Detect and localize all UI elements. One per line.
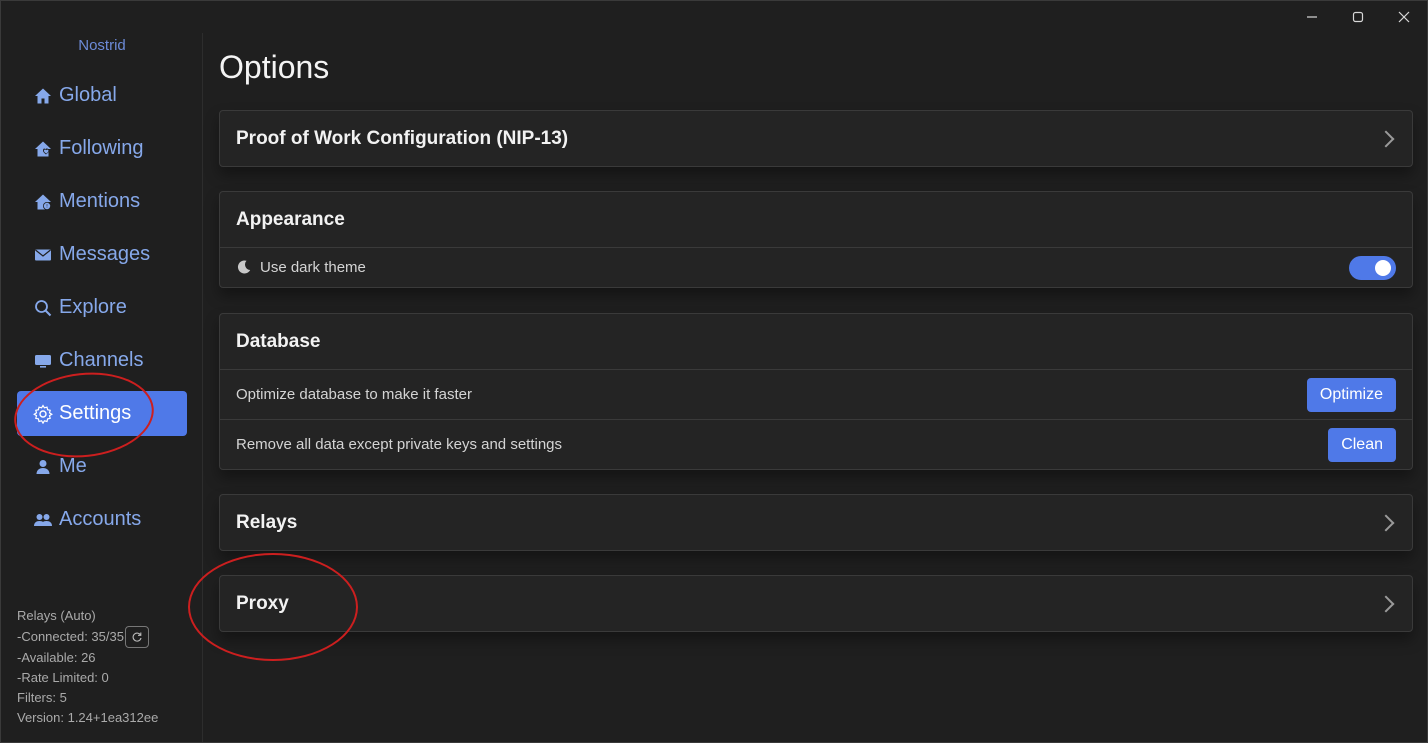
close-icon (1398, 11, 1410, 23)
sidebar-item-messages[interactable]: Messages (17, 232, 187, 277)
relays-section-title: Relays (236, 511, 298, 533)
search-icon (33, 298, 53, 318)
filters-count: Filters: 5 (17, 690, 67, 705)
sidebar-item-label: Following (59, 137, 144, 159)
sidebar-item-label: Channels (59, 349, 144, 371)
moon-icon (236, 259, 254, 277)
sidebar-item-accounts[interactable]: Accounts (17, 497, 187, 542)
sidebar-item-me[interactable]: Me (17, 444, 187, 489)
sidebar-item-channels[interactable]: Channels (17, 338, 187, 383)
relays-section-header[interactable]: Relays (220, 495, 1412, 550)
dark-theme-label: Use dark theme (260, 259, 366, 276)
optimize-button[interactable]: Optimize (1306, 377, 1396, 412)
proxy-section[interactable]: Proxy (219, 575, 1413, 632)
clean-row: Remove all data except private keys and … (220, 419, 1412, 469)
chevron-right-icon (1377, 514, 1395, 531)
proxy-section-header[interactable]: Proxy (220, 576, 1412, 631)
refresh-icon (132, 632, 142, 642)
sidebar-item-label: Messages (59, 243, 151, 265)
sidebar-item-mentions[interactable]: ! Mentions (17, 179, 187, 224)
database-section-title: Database (236, 330, 321, 352)
home-heart-icon (33, 139, 53, 159)
chevron-right-icon (1377, 130, 1395, 147)
sidebar-item-following[interactable]: Following (17, 126, 187, 171)
title-bar (1, 1, 1427, 33)
clean-button[interactable]: Clean (1328, 427, 1396, 462)
close-button[interactable] (1381, 1, 1427, 33)
sidebar-item-label: Accounts (59, 508, 142, 530)
app-window: Nostrid Global Following ! Mentions Mess… (0, 0, 1428, 743)
users-icon (33, 510, 53, 530)
user-icon (33, 457, 53, 477)
home-icon (33, 86, 53, 106)
sidebar-item-label: Explore (59, 296, 127, 318)
sidebar-item-label: Global (59, 84, 117, 106)
maximize-button[interactable] (1335, 1, 1381, 33)
relay-status: Relays (Auto) -Connected: 35/35 -Availab… (17, 606, 158, 728)
database-section: Database Optimize database to make it fa… (219, 313, 1413, 470)
sidebar: Nostrid Global Following ! Mentions Mess… (1, 33, 203, 742)
page-title: Options (219, 49, 330, 85)
pow-section-header[interactable]: Proof of Work Configuration (NIP-13) (220, 111, 1412, 166)
maximize-icon (1352, 11, 1364, 23)
appearance-section-header: Appearance (220, 192, 1412, 247)
clean-description: Remove all data except private keys and … (236, 436, 563, 453)
chevron-right-icon (1377, 595, 1395, 612)
relays-rate-limited: -Rate Limited: 0 (17, 670, 109, 685)
relays-section[interactable]: Relays (219, 494, 1413, 551)
toggle-knob (1375, 259, 1391, 276)
optimize-description: Optimize database to make it faster (236, 386, 472, 403)
refresh-relays-button[interactable] (124, 626, 149, 648)
appearance-section: Appearance Use dark theme (219, 191, 1413, 288)
sidebar-item-explore[interactable]: Explore (17, 285, 187, 330)
envelope-icon (33, 245, 53, 265)
sidebar-item-global[interactable]: Global (17, 73, 187, 118)
pow-section[interactable]: Proof of Work Configuration (NIP-13) (219, 110, 1413, 167)
gear-icon (33, 403, 53, 424)
relays-connected: -Connected: 35/35 (17, 629, 124, 644)
svg-text:!: ! (46, 204, 48, 210)
proxy-section-title: Proxy (236, 592, 289, 614)
dark-theme-toggle[interactable] (1349, 255, 1396, 280)
relays-available: -Available: 26 (17, 650, 96, 665)
minimize-button[interactable] (1289, 1, 1335, 33)
sidebar-item-label: Mentions (59, 190, 141, 212)
main-content: Options Proof of Work Configuration (NIP… (204, 33, 1427, 742)
app-version: Version: 1.24+1ea312ee (17, 710, 159, 725)
sidebar-item-label: Settings (59, 402, 132, 424)
pow-section-title: Proof of Work Configuration (NIP-13) (236, 127, 569, 149)
database-section-header: Database (220, 314, 1412, 369)
sidebar-item-settings[interactable]: Settings (17, 391, 187, 436)
dark-theme-row: Use dark theme (220, 247, 1412, 287)
sidebar-nav: Global Following ! Mentions Messages Exp… (17, 73, 187, 550)
home-mention-icon: ! (33, 192, 53, 212)
relays-mode: Relays (Auto) (17, 608, 96, 623)
sidebar-item-label: Me (59, 455, 87, 477)
app-brand[interactable]: Nostrid (1, 37, 203, 54)
appearance-section-title: Appearance (236, 208, 345, 230)
optimize-row: Optimize database to make it faster Opti… (220, 369, 1412, 419)
relays-connected-line: -Connected: 35/35 (17, 626, 158, 648)
minimize-icon (1307, 16, 1317, 18)
monitor-icon (33, 351, 53, 371)
